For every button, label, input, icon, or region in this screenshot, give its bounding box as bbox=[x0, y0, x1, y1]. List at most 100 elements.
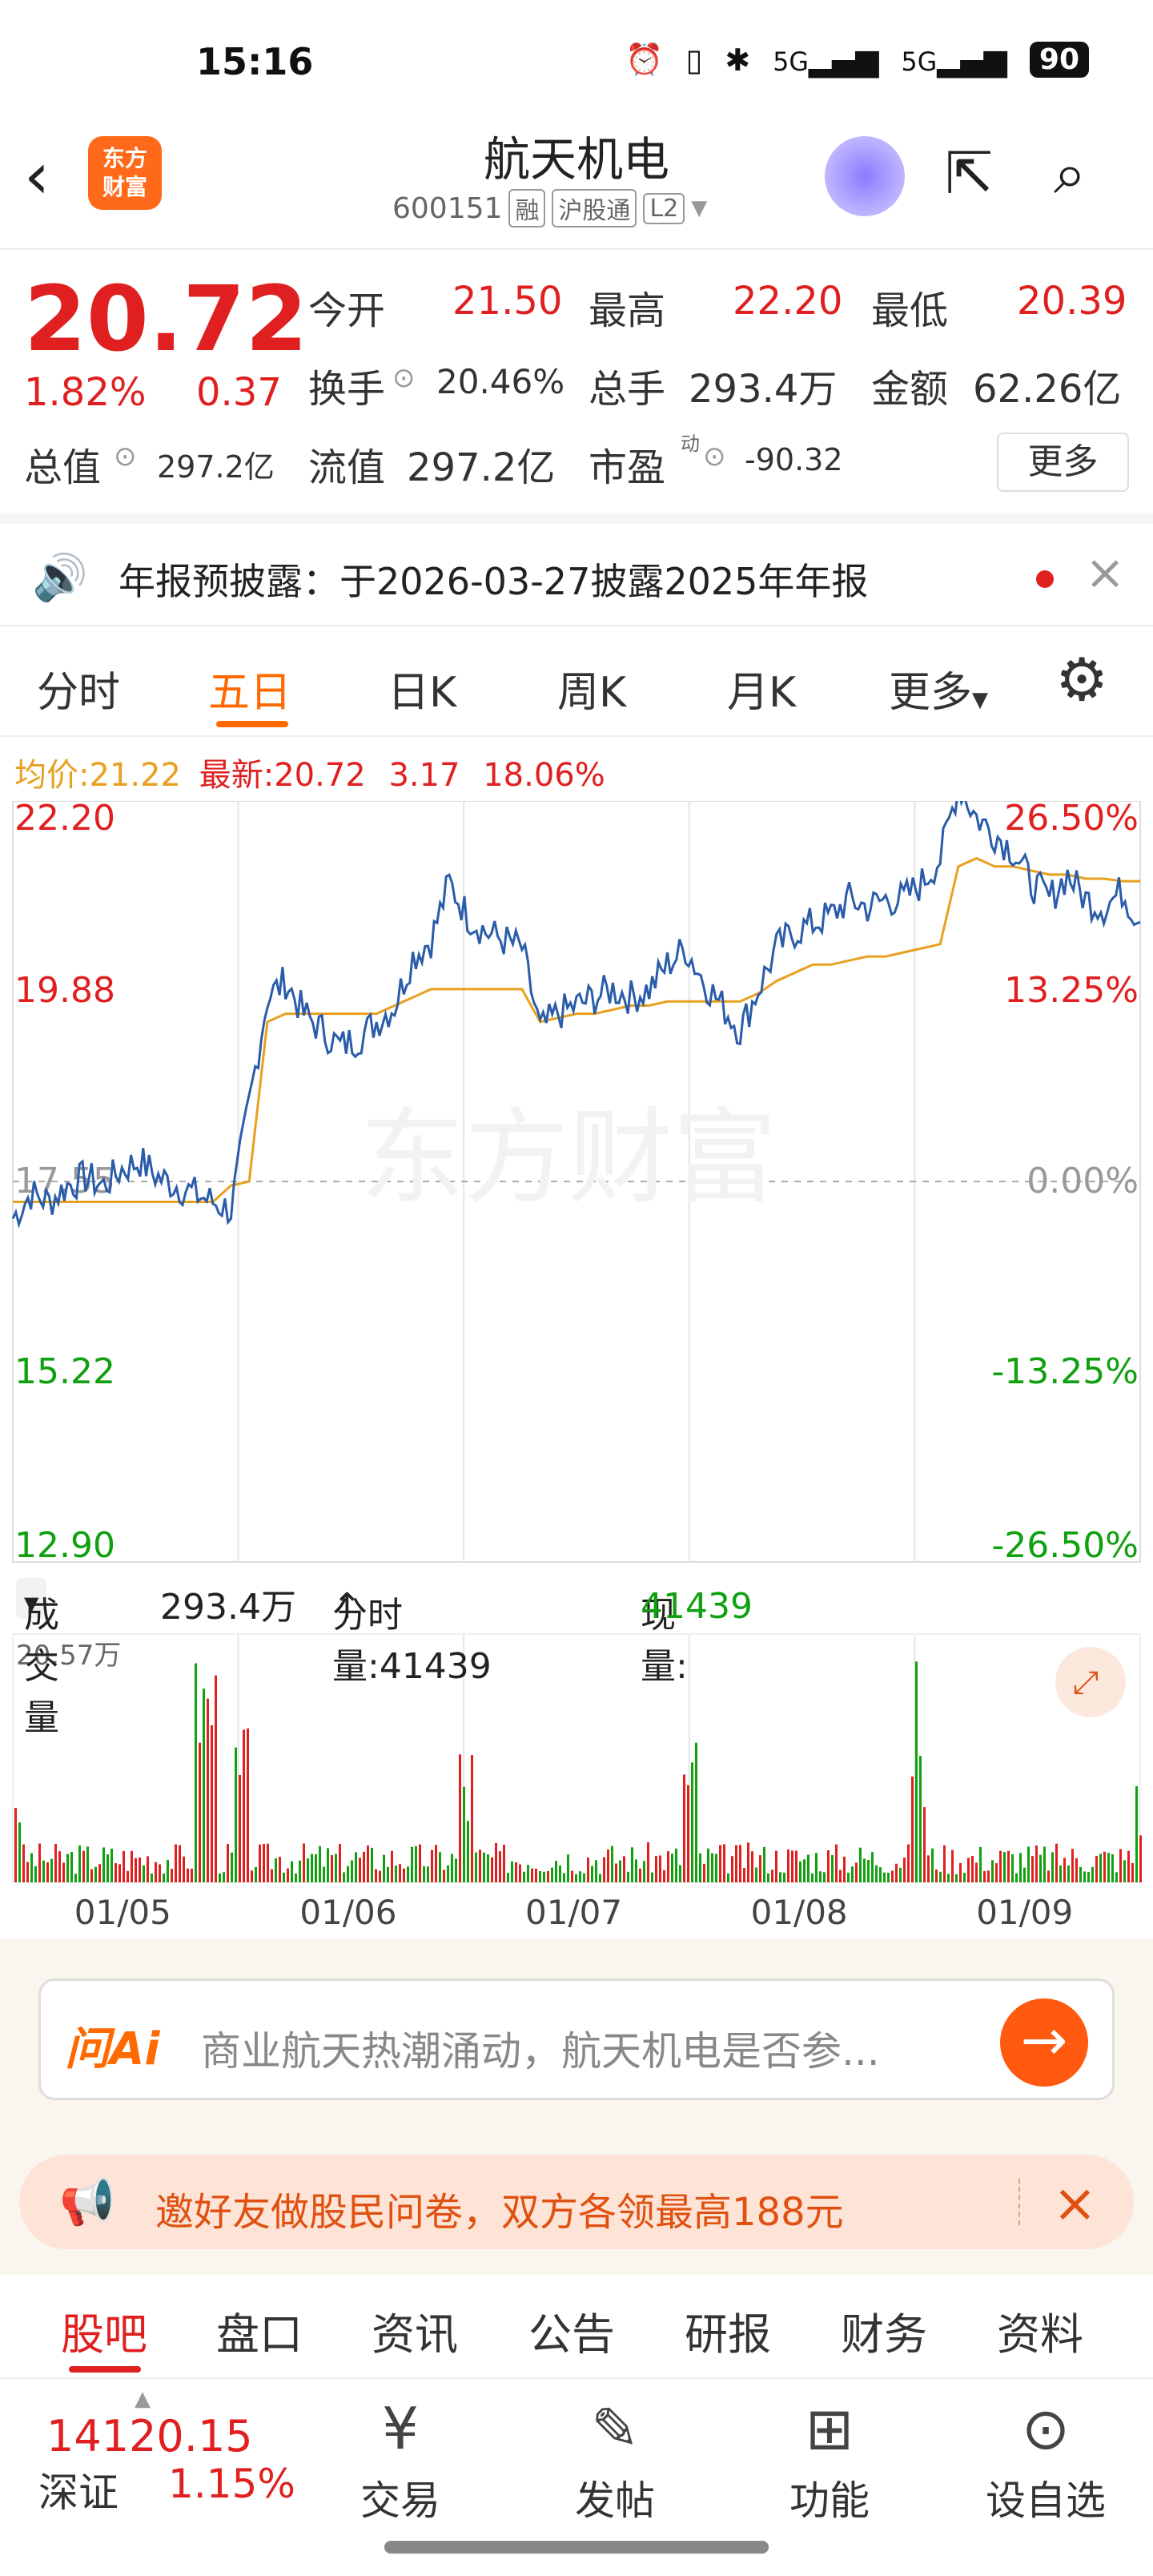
speaker-icon: 🔊 bbox=[32, 552, 88, 604]
more-button[interactable]: 更多 bbox=[997, 433, 1129, 492]
volume-bar bbox=[1127, 1850, 1130, 1882]
avg-price-row: 均价:21.22 最新:20.72 3.17 18.06% bbox=[14, 749, 605, 795]
volume-bar bbox=[1019, 1853, 1022, 1882]
close-icon[interactable]: × bbox=[1085, 545, 1125, 601]
volume-bar bbox=[947, 1874, 950, 1882]
volume-bar bbox=[983, 1870, 986, 1882]
volume-bar bbox=[311, 1854, 313, 1882]
volume-bar bbox=[615, 1863, 617, 1882]
y-axis-label-right: -26.50% bbox=[991, 1525, 1139, 1566]
volume-bar bbox=[339, 1844, 341, 1882]
volume-bar bbox=[843, 1856, 846, 1882]
chevron-down-icon[interactable]: ▼ bbox=[691, 196, 707, 220]
tab-profile[interactable]: 资料 bbox=[997, 2299, 1083, 2362]
price-chart[interactable]: 东方财富 22.20 26.50%19.88 13.25%17.55 0.00%15.… bbox=[0, 801, 1153, 1922]
ai-robot-icon[interactable] bbox=[825, 136, 905, 216]
tab-forum[interactable]: 股吧 bbox=[61, 2299, 147, 2362]
volume-bar bbox=[94, 1866, 97, 1882]
latest-value: 20.72 bbox=[274, 757, 366, 794]
volume-bar bbox=[603, 1857, 605, 1882]
promo-banner[interactable]: 📢 邀好友做股民问卷，双方各领最高188元 × bbox=[19, 2155, 1134, 2249]
volume-bar bbox=[271, 1869, 273, 1882]
high-label: 最高 bbox=[589, 288, 666, 333]
tab-more[interactable]: 更多▼ bbox=[889, 658, 988, 718]
volume-bar bbox=[735, 1845, 737, 1882]
avg-label: 均价: bbox=[14, 757, 90, 794]
tag-l2[interactable]: L2 bbox=[643, 192, 685, 224]
tab-monthly-k[interactable]: 月K bbox=[727, 658, 796, 718]
volume-bar bbox=[106, 1854, 109, 1882]
volume-bar bbox=[327, 1848, 329, 1882]
volume-bar bbox=[515, 1862, 517, 1882]
tab-weekly-k[interactable]: 周K bbox=[557, 658, 626, 718]
volume-bar bbox=[1003, 1852, 1006, 1882]
tab-research[interactable]: 研报 bbox=[685, 2299, 771, 2362]
settings-gear-icon[interactable]: ⚙ bbox=[1055, 646, 1108, 714]
volume-bar bbox=[619, 1860, 621, 1882]
promo-text[interactable]: 邀好友做股民问卷，双方各领最高188元 bbox=[155, 2180, 844, 2236]
volume-bar bbox=[799, 1861, 801, 1882]
volume-bar bbox=[54, 1843, 57, 1882]
info-tabs: 股吧 盘口 资讯 公告 研报 财务 资料 bbox=[0, 2275, 1153, 2379]
volume-bar bbox=[539, 1871, 541, 1882]
volume-bar bbox=[495, 1842, 497, 1882]
nav-watchlist[interactable]: ⊙ 设自选 bbox=[974, 2389, 1118, 2526]
volume-bar bbox=[267, 1843, 269, 1882]
nav-functions[interactable]: ⊞ 功能 bbox=[757, 2389, 902, 2526]
notice-text[interactable]: 年报预披露：于2026-03-27披露2025年年报 bbox=[119, 553, 868, 606]
open-label: 今开 bbox=[308, 288, 386, 333]
info-icon[interactable]: ⊙ bbox=[392, 362, 416, 394]
search-icon[interactable]: ⌕ bbox=[1054, 144, 1086, 202]
volume-selector[interactable]: 成交量 ▼ bbox=[16, 1578, 59, 1738]
info-icon[interactable]: ⊙ bbox=[114, 441, 137, 473]
turnover-label: 换手 bbox=[308, 367, 386, 412]
volume-bar bbox=[443, 1870, 445, 1882]
volume-bar bbox=[143, 1865, 145, 1882]
volume-bar bbox=[351, 1860, 353, 1882]
nav-trade[interactable]: ¥ 交易 bbox=[328, 2389, 472, 2526]
nav-post[interactable]: ✎ 发帖 bbox=[543, 2389, 687, 2526]
tab-five-day[interactable]: 五日 bbox=[208, 658, 291, 718]
volume-bar bbox=[343, 1872, 345, 1882]
volume-bar bbox=[731, 1856, 733, 1882]
volume-bar bbox=[1079, 1866, 1082, 1882]
ask-ai-bar[interactable]: 问Ai 商业航天热潮涌动，航天机电是否参... → bbox=[38, 1978, 1115, 2100]
volume-bar bbox=[815, 1853, 818, 1882]
share-icon[interactable]: ⇱ bbox=[945, 144, 993, 202]
volume-bar bbox=[359, 1858, 361, 1882]
y-axis-label-left: 15.22 bbox=[14, 1351, 115, 1392]
volume-bar bbox=[1139, 1835, 1142, 1882]
change-pct: 1.82% bbox=[24, 370, 147, 415]
close-icon[interactable]: × bbox=[1053, 2172, 1097, 2234]
tab-daily-k[interactable]: 日K bbox=[388, 658, 456, 718]
volume-bar bbox=[223, 1872, 225, 1882]
volume-bar bbox=[827, 1850, 830, 1882]
chevron-up-icon[interactable]: ▲ bbox=[135, 2387, 151, 2411]
volume-bar bbox=[102, 1847, 105, 1882]
volume-bar bbox=[471, 1755, 473, 1882]
volume-bar bbox=[383, 1854, 385, 1882]
index-value[interactable]: 14120.15 bbox=[46, 2411, 253, 2461]
x-axis-label: 01/07 bbox=[525, 1893, 623, 1932]
volume-bar bbox=[903, 1858, 906, 1882]
volume-bar bbox=[331, 1855, 333, 1882]
volume-bar bbox=[1059, 1865, 1062, 1882]
y-axis-label-left: 22.20 bbox=[14, 801, 115, 839]
tab-news[interactable]: 资讯 bbox=[372, 2299, 458, 2362]
volume-bar bbox=[78, 1845, 81, 1882]
notice-bar[interactable]: 🔊 年报预披露：于2026-03-27披露2025年年报 × bbox=[0, 513, 1153, 625]
volume-bar bbox=[319, 1845, 321, 1882]
arrow-right-icon[interactable]: → bbox=[1000, 1998, 1088, 2087]
info-icon[interactable]: ⊙ bbox=[703, 441, 726, 473]
tab-intraday[interactable]: 分时 bbox=[37, 658, 120, 718]
volume-bar bbox=[315, 1854, 317, 1882]
volume-bar bbox=[839, 1870, 842, 1882]
tab-orderbook[interactable]: 盘口 bbox=[216, 2299, 303, 2362]
tab-announcements[interactable]: 公告 bbox=[528, 2299, 615, 2362]
ask-ai-input[interactable]: 商业航天热潮涌动，航天机电是否参... bbox=[201, 2019, 880, 2077]
volume-bar bbox=[1119, 1849, 1122, 1882]
tab-finance[interactable]: 财务 bbox=[841, 2299, 927, 2362]
volume-bar bbox=[34, 1866, 37, 1882]
volume-bar bbox=[835, 1844, 838, 1882]
volume-bar bbox=[1087, 1872, 1090, 1882]
